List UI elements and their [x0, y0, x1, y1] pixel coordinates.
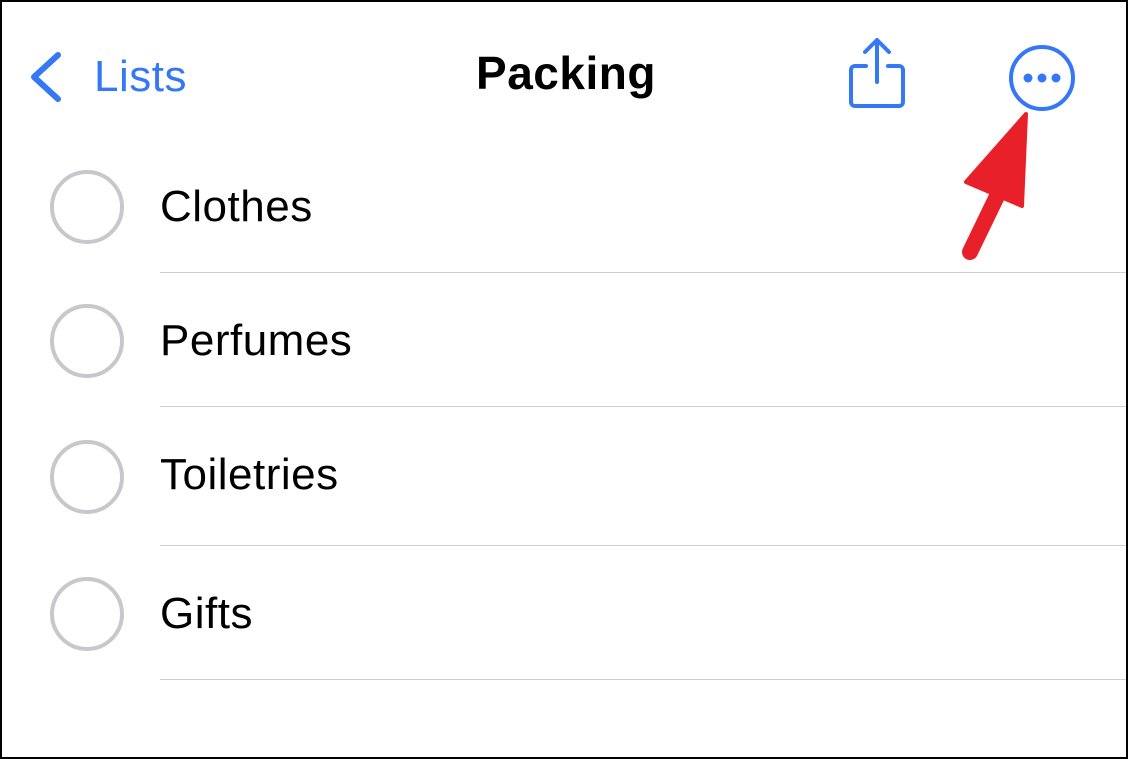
completion-circle-icon[interactable]: [50, 440, 124, 514]
share-icon[interactable]: [846, 36, 908, 110]
divider: [160, 545, 1126, 546]
list-item-title[interactable]: Perfumes: [160, 316, 352, 366]
ellipsis-circle-icon[interactable]: [1006, 42, 1078, 114]
list-item[interactable]: Gifts: [2, 547, 1126, 681]
list-item-title[interactable]: Clothes: [160, 182, 313, 232]
navigation-bar: Lists Packing: [2, 2, 1126, 142]
completion-circle-icon[interactable]: [50, 170, 124, 244]
list-item[interactable]: Toiletries: [2, 408, 1126, 547]
list-item-title[interactable]: Gifts: [160, 589, 253, 639]
divider: [160, 679, 1126, 680]
divider: [160, 406, 1126, 407]
list-item[interactable]: Clothes: [2, 140, 1126, 274]
reminders-list: Clothes Perfumes Toiletries Gifts: [2, 140, 1126, 681]
completion-circle-icon[interactable]: [50, 577, 124, 651]
list-item-title[interactable]: Toiletries: [160, 450, 339, 500]
completion-circle-icon[interactable]: [50, 304, 124, 378]
screenshot-frame: Lists Packing Clothes Perfumes Toiletrie…: [0, 0, 1128, 759]
page-title: Packing: [476, 47, 656, 99]
list-item[interactable]: Perfumes: [2, 274, 1126, 408]
divider: [160, 272, 1126, 273]
